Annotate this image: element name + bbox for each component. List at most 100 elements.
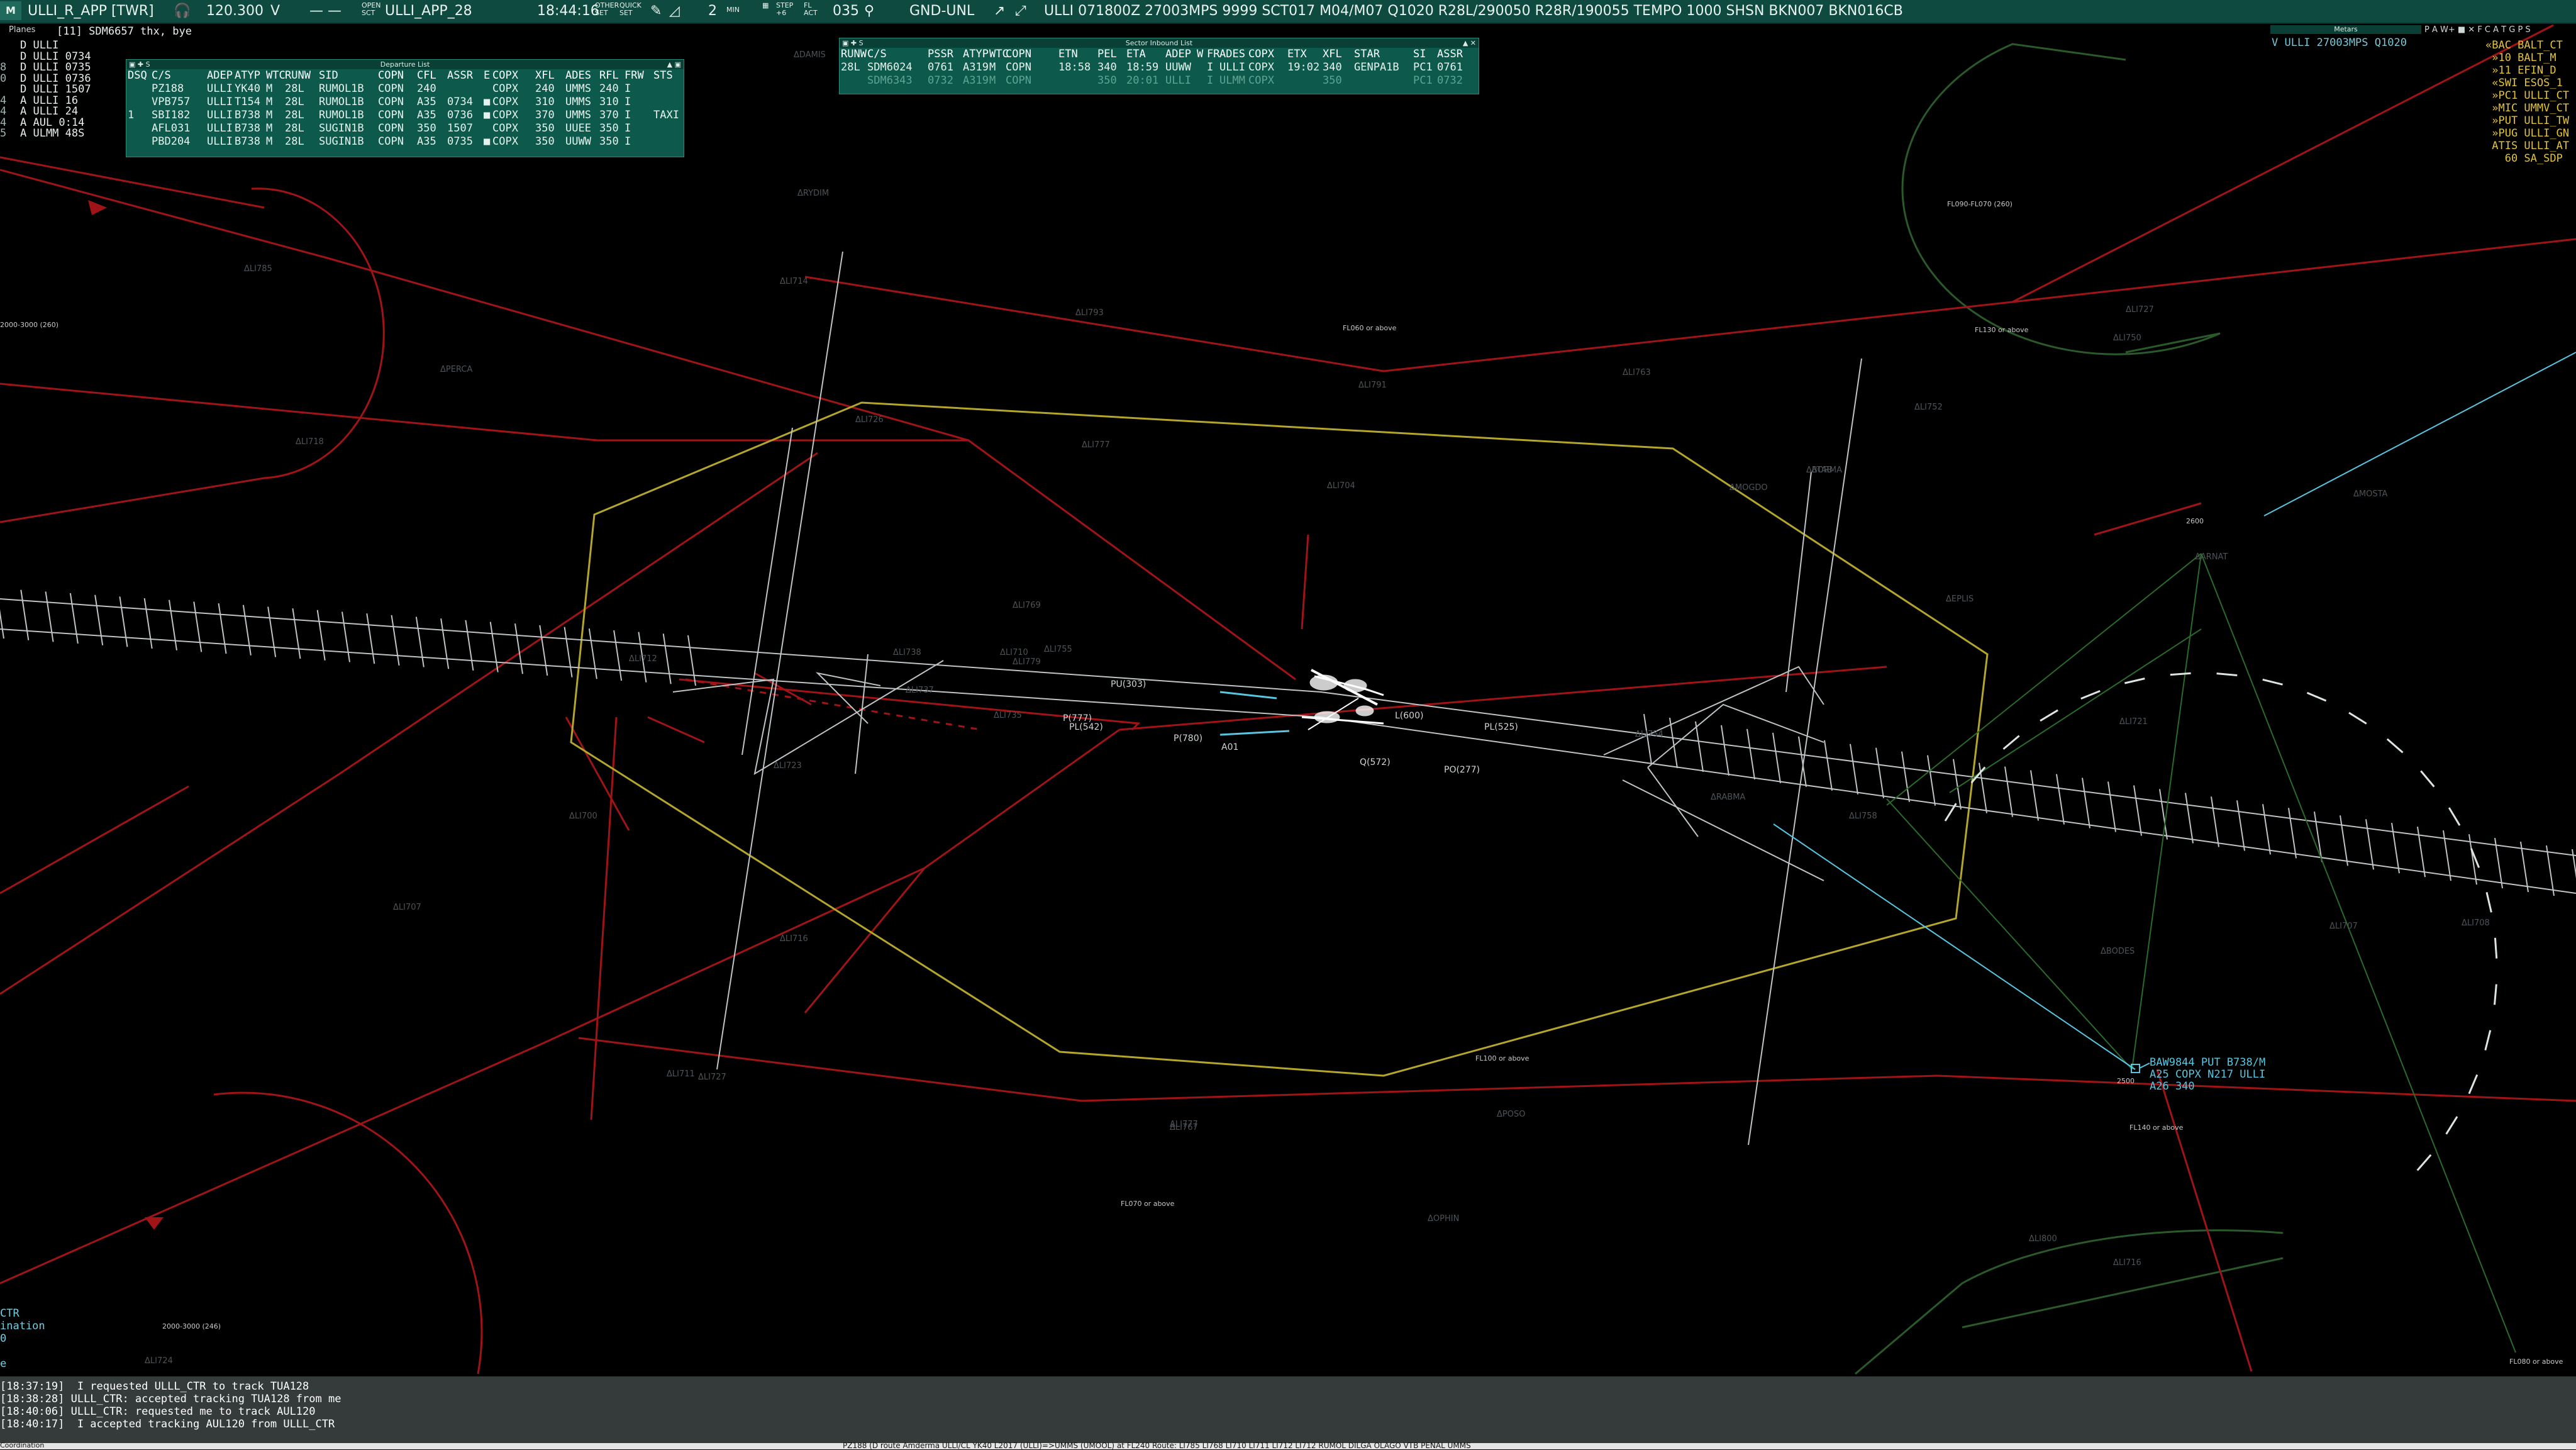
- table-row[interactable]: SDM6343 0732 A319 M COPN 350 20:01 ULLI I ULMM COP…: [840, 74, 1479, 87]
- cell-wtc[interactable]: M: [266, 122, 272, 135]
- cell-cfl[interactable]: 350: [417, 122, 436, 135]
- column-header-adep[interactable]: ADEP: [207, 69, 233, 82]
- fix-label[interactable]: ΔLI752: [1914, 403, 1943, 412]
- cell-cs[interactable]: SDM6343: [867, 74, 913, 87]
- cell-adep[interactable]: ULLI: [207, 135, 233, 148]
- cell-cfl[interactable]: A35: [417, 135, 436, 148]
- cell-atyp[interactable]: B738: [235, 135, 260, 148]
- cell-adep[interactable]: ULLI: [207, 96, 233, 109]
- table-row[interactable]: VPB757 ULLI T154 M 28L RUMOL1B COPN A35 0734 ■ COP…: [126, 96, 684, 109]
- cell-frw[interactable]: I: [625, 122, 631, 135]
- fix-label[interactable]: ΔARNAT: [2195, 552, 2228, 562]
- cell-copx[interactable]: COPX: [492, 122, 518, 135]
- runway-fix-label[interactable]: L(600): [1395, 711, 1423, 721]
- column-header-cs[interactable]: C/S: [152, 69, 171, 82]
- cell-frw[interactable]: I: [625, 135, 631, 148]
- column-header-cfl[interactable]: CFL: [417, 69, 436, 82]
- wind-icon[interactable]: ⚲: [864, 3, 874, 19]
- frequency-display[interactable]: 120.300: [206, 3, 264, 19]
- cell-atyp[interactable]: YK40: [235, 82, 260, 96]
- fix-label[interactable]: ΔLI708: [2462, 918, 2490, 928]
- fix-label[interactable]: ΔMOGDO: [1729, 483, 1768, 493]
- cell-etn[interactable]: 18:58: [1058, 61, 1091, 74]
- fix-label[interactable]: ΔLI718: [296, 437, 324, 447]
- fix-label[interactable]: ΔMOSTA: [2353, 489, 2387, 499]
- cell-frw[interactable]: I: [625, 96, 631, 109]
- left-bottom-tab-labels[interactable]: CTR ination 0 e: [0, 1307, 45, 1370]
- runway-fix-label[interactable]: PO(277): [1444, 765, 1480, 775]
- cell-pssr[interactable]: 0732: [928, 74, 953, 87]
- cell-sid[interactable]: SUGIN1B: [319, 122, 364, 135]
- fix-label[interactable]: ΔLI754: [1635, 730, 1663, 739]
- position-selector[interactable]: ULLI_R_APP [TWR]: [28, 3, 154, 19]
- cell-copx[interactable]: COPX: [492, 135, 518, 148]
- column-header-wtc[interactable]: WTC: [266, 69, 286, 82]
- cell-cfl[interactable]: 240: [417, 82, 436, 96]
- departure-list-body[interactable]: DSQ C/S ADEP ATYP WTC RUNW SID COPN CFL ASSR E COPX…: [126, 69, 684, 148]
- fix-label[interactable]: ΔLI735: [994, 711, 1022, 720]
- column-header-e[interactable]: E: [484, 69, 490, 82]
- fix-label[interactable]: ΔLI723: [774, 761, 802, 771]
- cell-assr[interactable]: 1507: [447, 122, 473, 135]
- cell-cs[interactable]: PBD204: [152, 135, 190, 148]
- cell-cs[interactable]: VPB757: [152, 96, 190, 109]
- runway-fix-label[interactable]: A01: [1221, 742, 1238, 752]
- cell-pssr[interactable]: 0761: [928, 61, 953, 74]
- fix-label[interactable]: ΔLI704: [1327, 481, 1355, 491]
- quick-set-button[interactable]: QUICK SET: [619, 2, 641, 17]
- cell-cs[interactable]: SBI182: [152, 109, 190, 122]
- fix-label[interactable]: ΔLI750: [2113, 333, 2141, 343]
- open-sct-button[interactable]: OPEN SCT: [362, 2, 380, 17]
- cell-cs[interactable]: PZ188: [152, 82, 184, 96]
- departure-list-titlebar[interactable]: ▣ ✚ S Departure List ▲ ▣: [126, 60, 684, 69]
- fix-label[interactable]: ΔRYDIM: [797, 189, 829, 198]
- fix-label[interactable]: ΔLI711: [667, 1069, 695, 1079]
- radar-scope[interactable]: [0, 0, 2576, 1449]
- fix-label[interactable]: ΔLI737: [906, 686, 934, 695]
- min-button[interactable]: MIN: [726, 6, 740, 14]
- table-row[interactable]: PZ188 ULLI YK40 M 28L RUMOL1B COPN 240 COPX 240 UM…: [126, 82, 684, 96]
- fix-label[interactable]: ΔLI791: [1358, 381, 1387, 390]
- other-set-button[interactable]: OTHER SET: [595, 2, 619, 17]
- cell-pel[interactable]: 350: [1097, 74, 1117, 87]
- cell-assr[interactable]: 0732: [1437, 74, 1463, 87]
- fix-label[interactable]: ΔLI800: [2029, 1234, 2057, 1244]
- cell-runw[interactable]: 28L: [285, 82, 304, 96]
- fix-label[interactable]: ΔPERCA: [440, 365, 472, 374]
- fix-label[interactable]: ΔLI755: [1044, 645, 1072, 654]
- column-header-si[interactable]: SI: [1413, 48, 1426, 61]
- cell-e[interactable]: ■: [484, 109, 490, 122]
- runway-fix-label[interactable]: P(780): [1174, 733, 1202, 744]
- column-header-assr[interactable]: ASSR: [1437, 48, 1463, 61]
- cell-rfl[interactable]: 310: [599, 96, 619, 109]
- departure-list-window[interactable]: ▣ ✚ S Departure List ▲ ▣ DSQ C/S ADEP ATYP W…: [126, 59, 684, 157]
- cell-e[interactable]: ■: [484, 135, 490, 148]
- inbound-list-titlebar[interactable]: ▣ ✚ S Sector Inbound List ▲ ✕: [840, 38, 1479, 48]
- cell-atyp[interactable]: T154: [235, 96, 260, 109]
- cell-atyp[interactable]: A319: [963, 74, 989, 87]
- fix-label[interactable]: ΔLI727: [698, 1073, 726, 1082]
- fix-label[interactable]: ΔLI716: [2113, 1258, 2141, 1268]
- fix-label[interactable]: ΔLI738: [893, 648, 921, 657]
- cell-ades[interactable]: UMMS: [565, 82, 591, 96]
- column-header-assr[interactable]: ASSR: [447, 69, 473, 82]
- fix-label[interactable]: ΔLI726: [855, 415, 884, 425]
- fix-label[interactable]: ΔLI763: [1623, 368, 1651, 377]
- right-toolbar-icons[interactable]: P A W+ ■ ✕ F C A T G P S: [2424, 25, 2531, 35]
- cell-cs[interactable]: SDM6024: [867, 61, 913, 74]
- column-header-runw[interactable]: RUNW: [285, 69, 311, 82]
- cell-frw[interactable]: I: [625, 109, 631, 122]
- column-header-ades[interactable]: ADES: [1219, 48, 1245, 61]
- cell-sid[interactable]: RUMOL1B: [319, 109, 364, 122]
- expand-icon[interactable]: ⤢: [1015, 3, 1026, 19]
- coordination-tab[interactable]: Coordination: [0, 1441, 63, 1449]
- cell-star[interactable]: GENPA1B: [1354, 61, 1399, 74]
- column-header-copx[interactable]: COPX: [492, 69, 518, 82]
- cell-sid[interactable]: RUMOL1B: [319, 82, 364, 96]
- cell-assr[interactable]: 0735: [447, 135, 473, 148]
- cell-ades[interactable]: UMMS: [565, 96, 591, 109]
- cell-wtc[interactable]: M: [266, 82, 272, 96]
- cell-rfl[interactable]: 350: [599, 135, 619, 148]
- fix-label[interactable]: ΔLI721: [2119, 717, 2148, 727]
- column-header-pel[interactable]: PEL: [1097, 48, 1117, 61]
